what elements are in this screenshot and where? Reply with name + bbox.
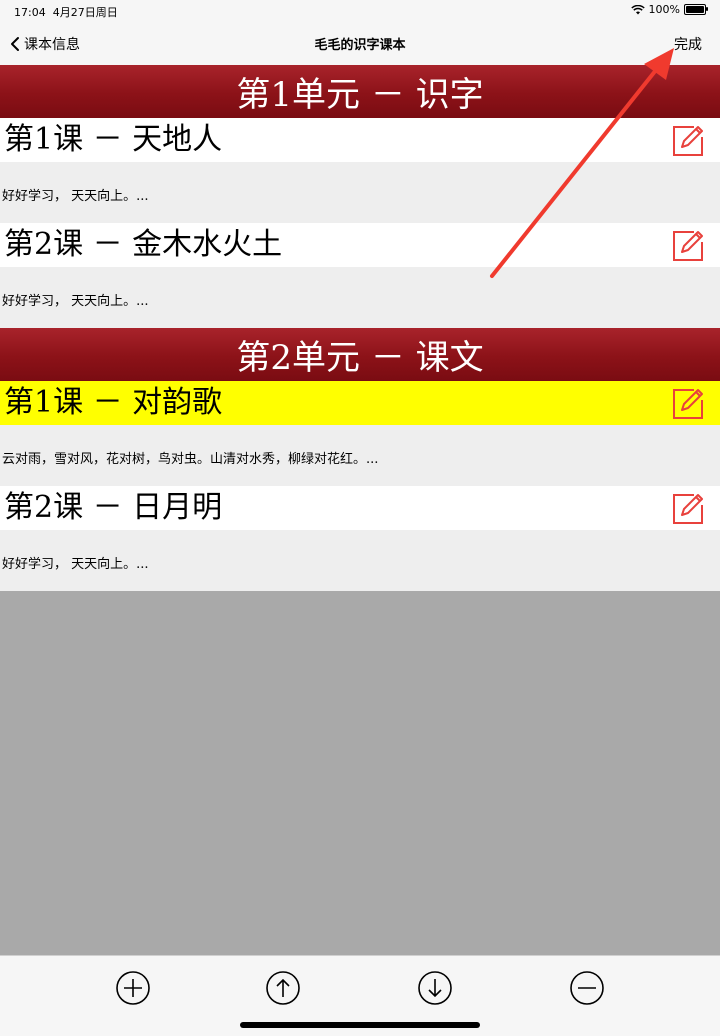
status-right: 100% xyxy=(630,3,708,16)
move-up-icon[interactable] xyxy=(265,970,301,1006)
lesson-title: 第1课 － 天地人 xyxy=(4,122,223,157)
lesson-row[interactable]: 第2课 － 日月明 xyxy=(0,486,720,530)
move-down-icon[interactable] xyxy=(417,970,453,1006)
nav-bar: 课本信息 毛毛的识字课本 完成 xyxy=(0,22,720,65)
status-time: 17:04 4月27日周日 xyxy=(14,6,118,19)
status-bar: 17:04 4月27日周日 100% xyxy=(0,0,720,22)
battery-icon xyxy=(684,4,708,15)
lesson-row[interactable]: 第1课 － 天地人 xyxy=(0,118,720,162)
edit-icon[interactable] xyxy=(670,386,706,422)
lesson-list: 第1单元 － 识字 第1课 － 天地人 好好学习， 天天向上。... 第2课 －… xyxy=(0,65,720,591)
lesson-title: 第1课 － 对韵歌 xyxy=(4,385,223,420)
lesson-description: 好好学习， 天天向上。... xyxy=(0,267,720,328)
lesson-title: 第2课 － 金木水火土 xyxy=(4,227,283,262)
lesson-title: 第2课 － 日月明 xyxy=(4,490,223,525)
battery-percent: 100% xyxy=(648,3,680,16)
unit-header: 第1单元 － 识字 xyxy=(0,65,720,118)
wifi-icon xyxy=(630,4,645,14)
lesson-row[interactable]: 第1课 － 对韵歌 xyxy=(0,381,720,425)
lesson-description: 好好学习， 天天向上。... xyxy=(0,162,720,223)
remove-icon[interactable] xyxy=(569,970,605,1006)
page-title: 毛毛的识字课本 xyxy=(314,38,406,53)
lesson-description: 好好学习， 天天向上。... xyxy=(0,530,720,591)
home-indicator[interactable] xyxy=(240,1022,480,1028)
edit-icon[interactable] xyxy=(670,491,706,527)
edit-icon[interactable] xyxy=(670,123,706,159)
lesson-row[interactable]: 第2课 － 金木水火土 xyxy=(0,223,720,267)
done-button[interactable]: 完成 xyxy=(674,34,702,54)
unit-header: 第2单元 － 课文 xyxy=(0,328,720,381)
add-icon[interactable] xyxy=(115,970,151,1006)
edit-icon[interactable] xyxy=(670,228,706,264)
lesson-description: 云对雨，雪对风，花对树，鸟对虫。山清对水秀，柳绿对花红。... xyxy=(0,425,720,486)
